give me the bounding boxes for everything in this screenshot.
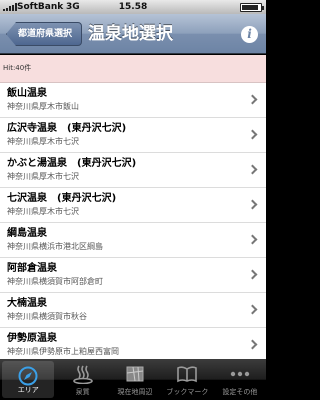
onsen-address: 神奈川県厚木市七沢: [7, 207, 79, 216]
status-time: 15.58: [118, 2, 148, 12]
onsen-address: 神奈川県横須賀市秋谷: [7, 312, 87, 321]
onsen-address: 神奈川県横浜市港北区綱島: [7, 242, 103, 251]
back-button[interactable]: 都道府県選択: [6, 22, 82, 46]
tab-label: ブックマーク: [166, 388, 209, 396]
list-item[interactable]: かぶと湯温泉 (東丹沢七沢) 神奈川県厚木市七沢: [0, 153, 266, 188]
onsen-address: 神奈川県厚木市七沢: [7, 172, 79, 181]
map-icon: [126, 366, 144, 382]
list-item[interactable]: 綱島温泉 神奈川県横浜市港北区綱島: [0, 223, 266, 258]
more-icon: [230, 371, 250, 377]
tab-bookmark[interactable]: ブックマーク: [161, 359, 213, 400]
onsen-name: 七沢温泉 (東丹沢七沢): [7, 193, 117, 204]
tab-label: エリア: [17, 386, 39, 394]
tab-settings[interactable]: 設定その他: [214, 359, 266, 400]
onsen-address: 神奈川県伊勢原市上粕屋西富岡: [7, 347, 119, 356]
tab-label: 設定その他: [222, 388, 258, 396]
tab-spring-quality[interactable]: 泉質: [56, 359, 108, 400]
book-icon: [177, 366, 198, 383]
tab-area[interactable]: エリア: [2, 361, 55, 398]
onsen-list: 飯山温泉 神奈川県厚木市飯山 広沢寺温泉 (東丹沢七沢) 神奈川県厚木市七沢 か…: [0, 83, 266, 359]
compass-icon: [18, 366, 38, 386]
page-title: 温泉地選択: [88, 24, 173, 44]
list-item[interactable]: 飯山温泉 神奈川県厚木市飯山: [0, 83, 266, 118]
onsen-name: 伊勢原温泉: [7, 333, 57, 344]
tab-label: 現在地周辺: [117, 388, 153, 396]
onsen-address: 神奈川県厚木市七沢: [7, 137, 79, 146]
battery-icon: [240, 3, 264, 12]
navigation-bar: 都道府県選択 温泉地選択 i: [0, 14, 266, 54]
onsen-name: 広沢寺温泉 (東丹沢七沢): [7, 123, 127, 134]
tab-nearby[interactable]: 現在地周辺: [109, 359, 161, 400]
hit-count-bar: Hit:40件: [0, 55, 266, 83]
list-item[interactable]: 阿部倉温泉 神奈川県横須賀市阿部倉町: [0, 258, 266, 293]
onsen-name: 阿部倉温泉: [7, 263, 57, 274]
list-item[interactable]: 広沢寺温泉 (東丹沢七沢) 神奈川県厚木市七沢: [0, 118, 266, 153]
tab-label: 泉質: [75, 388, 90, 396]
onsen-address: 神奈川県横須賀市阿部倉町: [7, 277, 103, 286]
onsen-name: 大楠温泉: [7, 298, 47, 309]
hot-spring-icon: [72, 365, 93, 384]
list-item[interactable]: 伊勢原温泉 神奈川県伊勢原市上粕屋西富岡: [0, 328, 266, 359]
onsen-name: 綱島温泉: [7, 228, 47, 239]
list-item[interactable]: 大楠温泉 神奈川県横須賀市秋谷: [0, 293, 266, 328]
tab-bar: エリア 泉質 現在地周辺 ブックマーク 設定その他: [0, 359, 266, 400]
onsen-name: かぶと湯温泉 (東丹沢七沢): [7, 158, 137, 169]
hit-count: Hit:40件: [3, 64, 32, 72]
onsen-name: 飯山温泉: [7, 88, 47, 99]
info-icon[interactable]: i: [241, 26, 258, 43]
status-bar: SoftBank 3G 15.58: [0, 0, 266, 14]
list-item[interactable]: 七沢温泉 (東丹沢七沢) 神奈川県厚木市七沢: [0, 188, 266, 223]
onsen-address: 神奈川県厚木市飯山: [7, 102, 79, 111]
